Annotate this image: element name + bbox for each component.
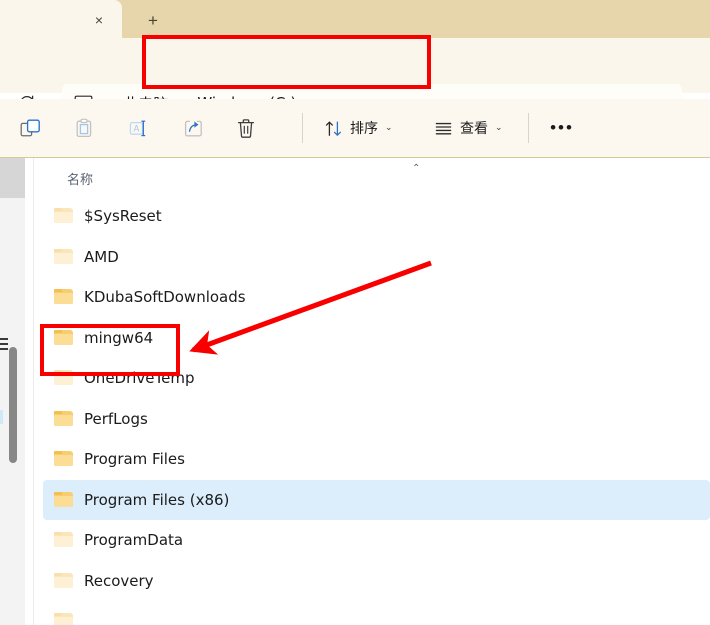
file-name: OneDriveTemp xyxy=(84,369,195,388)
navigation-pane-header xyxy=(0,158,25,198)
folder-icon xyxy=(54,491,73,508)
folder-icon xyxy=(54,572,73,589)
folder-icon xyxy=(54,410,73,427)
address-bar-row: › 此电脑 › Windows (C:) › xyxy=(0,38,710,122)
file-name: KDubaSoftDownloads xyxy=(84,288,246,307)
view-label: 查看 xyxy=(460,121,488,137)
file-name: AMD xyxy=(84,247,119,266)
file-name: $SysReset xyxy=(84,207,162,226)
file-list-item[interactable]: KDubaSoftDownloads xyxy=(43,277,710,318)
file-name: ProgramData xyxy=(84,531,184,550)
tab-strip: × + xyxy=(0,0,710,38)
folder-icon xyxy=(54,289,73,305)
view-list-icon xyxy=(434,119,453,138)
view-button[interactable]: 查看 ⌄ xyxy=(428,112,509,144)
svg-text:A: A xyxy=(133,124,139,134)
folder-icon xyxy=(54,532,73,548)
file-list-item[interactable]: OneDriveTemp xyxy=(43,358,710,399)
file-name: PerfLogs xyxy=(84,409,148,428)
file-list-item[interactable]: ProgramData xyxy=(43,520,710,561)
navigation-pane-scrollbar-thumb[interactable] xyxy=(9,347,17,463)
file-list-item[interactable] xyxy=(43,601,710,625)
tab-close-icon[interactable]: × xyxy=(88,9,110,31)
folder-icon xyxy=(54,451,73,467)
file-list-item[interactable]: mingw64 xyxy=(43,318,710,359)
file-name: mingw64 xyxy=(84,328,154,347)
file-name: Recovery xyxy=(84,571,154,590)
copy-icon[interactable] xyxy=(12,111,48,145)
file-list-item[interactable]: PerfLogs xyxy=(43,399,710,440)
folder-icon xyxy=(54,329,73,346)
toolbar-divider-1 xyxy=(302,113,303,143)
chevron-down-icon: ⌄ xyxy=(495,123,503,133)
file-list-item[interactable]: AMD xyxy=(43,237,710,278)
paste-icon xyxy=(66,111,102,145)
more-options-button[interactable]: ••• xyxy=(544,112,580,144)
sort-icon xyxy=(324,119,343,138)
file-list[interactable]: $SysReset AMD KDubaSoftDownloads mingw64 One… xyxy=(34,196,710,625)
command-toolbar: A 排序 ⌄ 查看 ⌄ ••• xyxy=(0,99,710,158)
column-header-row: 名称 ⌃ xyxy=(34,158,710,196)
file-list-item[interactable]: Program Files xyxy=(43,439,710,480)
new-tab-button[interactable]: + xyxy=(140,8,166,32)
toolbar-divider-2 xyxy=(528,113,529,143)
file-list-item[interactable]: Recovery xyxy=(43,561,710,602)
navigation-pane-selection-marker xyxy=(0,410,3,424)
file-explorer-window: × + › 此电脑 › Windows (C:) › xyxy=(0,0,710,625)
file-name: Program Files (x86) xyxy=(84,490,230,509)
sort-button[interactable]: 排序 ⌄ xyxy=(318,112,399,144)
file-list-item[interactable]: Program Files (x86) xyxy=(43,479,710,520)
folder-icon xyxy=(54,208,73,224)
rename-icon: A xyxy=(120,111,156,145)
delete-icon[interactable] xyxy=(228,111,264,145)
folder-icon xyxy=(54,370,73,386)
chevron-down-icon: ⌄ xyxy=(385,123,393,133)
share-icon xyxy=(174,111,210,145)
navigation-pane-gap xyxy=(25,158,33,625)
navigation-pane-toggle-icon[interactable] xyxy=(0,338,8,350)
column-header-name[interactable]: 名称 xyxy=(67,169,93,188)
file-list-item[interactable]: $SysReset xyxy=(43,196,710,237)
file-name: Program Files xyxy=(84,450,185,469)
sort-ascending-icon: ⌃ xyxy=(412,163,421,174)
folder-icon xyxy=(54,613,73,625)
sort-label: 排序 xyxy=(350,121,378,137)
folder-icon xyxy=(54,248,73,265)
